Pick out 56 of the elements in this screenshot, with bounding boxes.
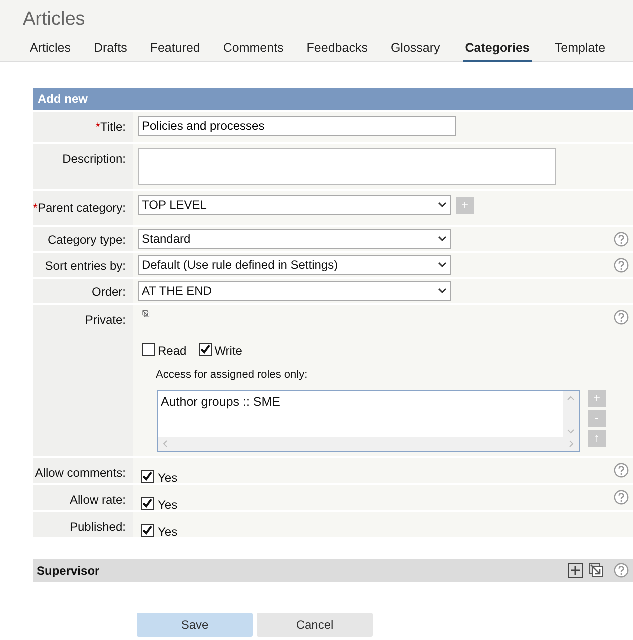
field-label: Allow rate:: [70, 493, 126, 507]
checkbox-label: Read: [158, 342, 187, 360]
scrollbar[interactable]: [158, 437, 579, 451]
add-icon[interactable]: [568, 562, 583, 578]
help-icon[interactable]: [614, 463, 629, 478]
help-icon[interactable]: [614, 310, 629, 325]
access-label: Access for assigned roles only:: [156, 368, 308, 382]
field-label: Order:: [92, 285, 126, 299]
field-label: *Title:: [96, 120, 126, 134]
section-header: Add new: [33, 88, 633, 110]
select-field[interactable]: Standard: [138, 229, 451, 249]
save-button[interactable]: Save: [137, 613, 253, 637]
select-field[interactable]: AT THE END: [138, 281, 451, 301]
checkbox-label: Yes: [158, 470, 178, 487]
text-field[interactable]: Policies and processes: [138, 116, 456, 136]
help-icon[interactable]: [614, 490, 629, 505]
checkbox[interactable]: [141, 496, 154, 510]
page-title: Articles: [23, 8, 86, 32]
checkbox[interactable]: [142, 343, 155, 356]
field-label: Sort entries by:: [45, 259, 126, 273]
help-icon[interactable]: [614, 563, 629, 578]
section-title: Supervisor: [37, 562, 100, 580]
field-label: Description:: [62, 152, 126, 166]
help-icon[interactable]: [614, 232, 629, 247]
help-icon[interactable]: [614, 258, 629, 273]
checkbox-label: Write: [214, 342, 242, 360]
tab[interactable]: Feedbacks: [306, 40, 368, 62]
field-label: Published:: [70, 520, 126, 534]
select-field[interactable]: Default (Use rule defined in Settings): [138, 255, 451, 275]
tab[interactable]: Featured: [150, 40, 200, 62]
tab[interactable]: Glossary: [390, 40, 440, 62]
chevron-down-icon: [438, 288, 447, 294]
checkbox-label: Yes: [158, 524, 178, 541]
pick-icon[interactable]: [588, 562, 604, 578]
list-item[interactable]: Author groups :: SME: [158, 391, 563, 414]
tab[interactable]: Categories: [463, 40, 532, 62]
cancel-button[interactable]: Cancel: [257, 613, 373, 637]
scrollbar[interactable]: [563, 391, 579, 437]
tab[interactable]: Template: [554, 40, 606, 62]
chevron-down-icon: [438, 202, 447, 208]
chevron-down-icon: [438, 262, 447, 268]
checkbox[interactable]: [141, 470, 154, 482]
tab[interactable]: Drafts: [94, 40, 128, 62]
field-label: *Parent category:: [33, 201, 126, 215]
select-field[interactable]: TOP LEVEL: [138, 195, 451, 215]
roles-listbox[interactable]: Author groups :: SME: [157, 390, 580, 452]
field-label: Private:: [85, 313, 126, 327]
checkbox[interactable]: [141, 524, 154, 536]
tab[interactable]: Articles: [30, 40, 71, 62]
tab[interactable]: Comments: [223, 40, 284, 62]
description-field[interactable]: [138, 148, 556, 185]
chevron-down-icon: [438, 236, 447, 242]
field-label: Allow comments:: [35, 466, 126, 480]
checkbox[interactable]: [198, 343, 212, 356]
field-label: Category type:: [48, 233, 126, 247]
checkbox-label: Yes: [158, 497, 178, 514]
